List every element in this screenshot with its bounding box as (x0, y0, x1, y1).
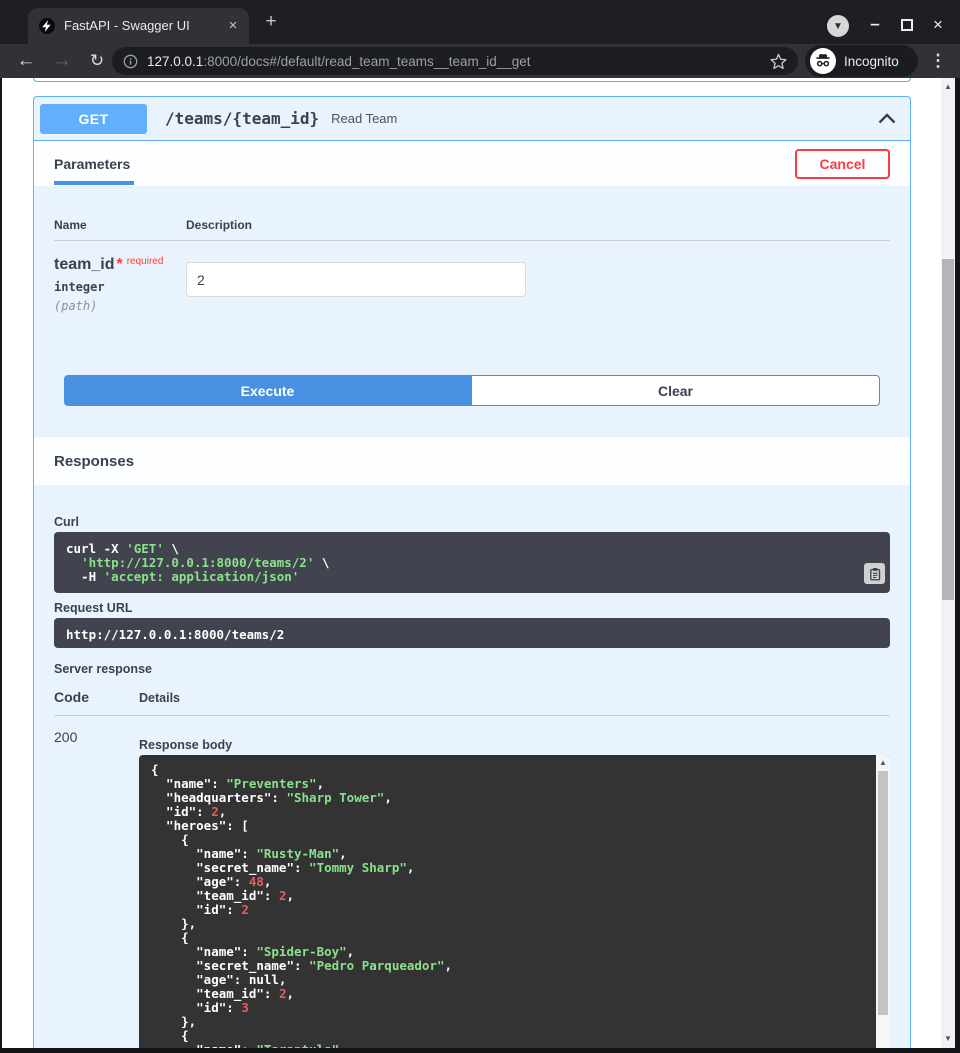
cancel-button[interactable]: Cancel (795, 149, 890, 179)
browser-menu-icon[interactable]: ⋮ (928, 44, 948, 78)
request-url-value: http://127.0.0.1:8000/teams/2 (66, 627, 284, 642)
tab-strip: FastAPI - Swagger UI × + ▼ – × (0, 0, 960, 44)
execute-row: Execute Clear (64, 375, 880, 406)
spacer (54, 406, 890, 437)
details-column-header: Details (139, 691, 180, 705)
incognito-icon (810, 48, 836, 74)
browser-tab[interactable]: FastAPI - Swagger UI × (28, 8, 249, 44)
url-path: :8000/docs#/default/read_team_teams__tea… (203, 54, 530, 69)
curl-label: Curl (54, 515, 890, 529)
incognito-badge: Incognito (805, 45, 918, 77)
execute-button[interactable]: Execute (64, 375, 471, 406)
page-scroll-down-icon[interactable]: ▼ (941, 1032, 955, 1046)
parameters-table-header: Name Description (54, 218, 890, 241)
browser-window: FastAPI - Swagger UI × + ▼ – × ← → ↻ 127… (0, 0, 960, 1053)
response-details-cell: Response body { "name": "Preventers", "h… (139, 729, 890, 1048)
back-button[interactable]: ← (13, 44, 39, 78)
status-code: 200 (54, 729, 139, 1048)
collapse-chevron-icon[interactable] (878, 113, 896, 124)
swagger-page: GET /teams/{team_id} Read Team Parameter… (2, 78, 955, 1048)
page-scrollbar[interactable]: ▲ ▼ (941, 78, 955, 1048)
url-host: 127.0.0.1 (147, 54, 203, 69)
close-window-button[interactable]: × (929, 14, 947, 36)
response-body-label: Response body (139, 738, 890, 752)
parameter-type: integer (54, 280, 186, 294)
tab-title: FastAPI - Swagger UI (64, 8, 222, 44)
parameter-meta: team_id*required integer (path) (54, 256, 186, 313)
response-body-scrollbar[interactable]: ▲ (876, 755, 890, 1048)
responses-title: Responses (54, 453, 134, 470)
description-column-header: Description (186, 218, 252, 232)
curl-code: curl -X 'GET' \ 'http://127.0.0.1:8000/t… (66, 542, 850, 584)
request-url-block: http://127.0.0.1:8000/teams/2 (54, 618, 890, 648)
response-row: 200 Response body { "name": "Preventers"… (54, 716, 890, 1048)
response-table-header: Code Details (54, 689, 890, 716)
new-tab-button[interactable]: + (261, 12, 281, 32)
tab-parameters[interactable]: Parameters (54, 156, 130, 172)
url-text[interactable]: 127.0.0.1:8000/docs#/default/read_team_t… (147, 54, 770, 69)
bookmark-star-icon[interactable] (770, 53, 787, 70)
response-body-block: { "name": "Preventers", "headquarters": … (139, 755, 890, 1048)
previous-operation-block-edge (33, 78, 911, 82)
incognito-label: Incognito (844, 54, 899, 69)
clear-button[interactable]: Clear (471, 375, 880, 406)
minimize-button[interactable]: – (866, 13, 884, 35)
responses-body: Curl curl -X 'GET' \ 'http://127.0.0.1:8… (34, 485, 910, 1048)
parameters-table: Name Description team_id*required intege… (34, 186, 910, 437)
name-column-header: Name (54, 218, 186, 232)
parameter-row: team_id*required integer (path) (54, 241, 890, 313)
curl-command-block: curl -X 'GET' \ 'http://127.0.0.1:8000/t… (54, 532, 890, 593)
maximize-button[interactable] (901, 19, 913, 31)
parameter-value-cell (186, 256, 526, 313)
parameter-location: (path) (54, 299, 186, 313)
window-caret-icon[interactable]: ▼ (827, 15, 849, 37)
scroll-up-icon[interactable]: ▲ (876, 756, 890, 770)
responses-section-header: Responses (34, 437, 910, 485)
http-method-badge: GET (40, 104, 147, 134)
operation-summary-bar[interactable]: GET /teams/{team_id} Read Team (34, 97, 910, 141)
response-scrollbar-thumb[interactable] (878, 771, 888, 1015)
required-label: required (127, 256, 164, 267)
code-column-header: Code (54, 689, 139, 705)
reload-button[interactable]: ↻ (84, 44, 110, 78)
get-operation-block: GET /teams/{team_id} Read Team Parameter… (33, 96, 911, 1048)
page-scrollbar-thumb[interactable] (942, 259, 954, 600)
operation-summary: Read Team (331, 111, 397, 126)
parameters-section-header: Parameters Cancel (34, 141, 910, 186)
required-asterisk: * (116, 256, 122, 273)
server-response-label: Server response (54, 662, 890, 676)
team-id-input[interactable] (186, 262, 526, 297)
forward-button[interactable]: → (49, 44, 75, 78)
request-url-label: Request URL (54, 601, 890, 615)
operation-path: /teams/{team_id} (165, 109, 319, 128)
parameter-name: team_id*required (54, 256, 186, 274)
copy-to-clipboard-button[interactable] (864, 563, 885, 584)
address-bar[interactable]: 127.0.0.1:8000/docs#/default/read_team_t… (112, 47, 798, 75)
fastapi-favicon-icon (39, 18, 55, 34)
browser-toolbar: ← → ↻ 127.0.0.1:8000/docs#/default/read_… (0, 44, 960, 78)
page-info-icon[interactable] (123, 54, 138, 69)
page-scroll-up-icon[interactable]: ▲ (941, 80, 955, 94)
tab-close-icon[interactable]: × (223, 16, 243, 36)
response-body-code: { "name": "Preventers", "headquarters": … (151, 763, 864, 1048)
